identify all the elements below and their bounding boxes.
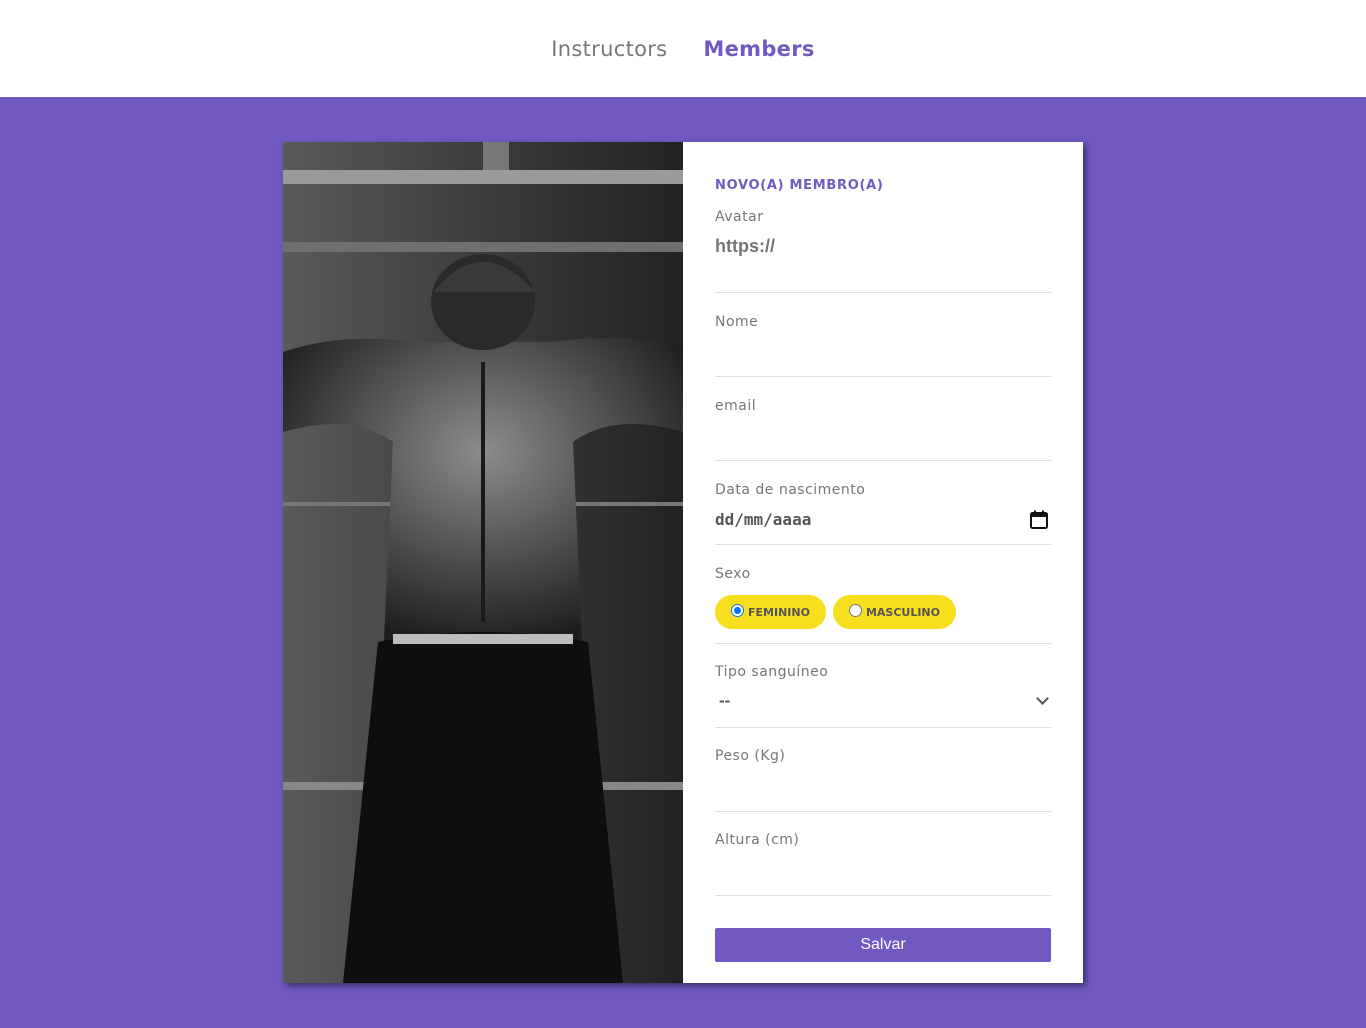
radio-feminino[interactable]: FEMININO [715, 595, 826, 629]
altura-field: Altura (cm) [715, 812, 1051, 896]
peso-label: Peso (Kg) [715, 748, 786, 764]
email-field: email [715, 377, 1051, 461]
avatar-input[interactable] [715, 234, 1051, 258]
chevron-down-icon [1036, 692, 1049, 705]
radio-feminino-label: FEMININO [748, 605, 810, 619]
nome-label: Nome [715, 314, 759, 330]
sexo-field: Sexo FEMININO MASCULINO [715, 545, 1051, 644]
altura-input[interactable] [715, 857, 1051, 881]
sexo-label: Sexo [715, 566, 751, 582]
blood-type-select[interactable]: -- [715, 689, 1051, 713]
nav-link-members[interactable]: Members [703, 37, 814, 61]
peso-input[interactable] [715, 773, 1051, 797]
form-title: NOVO(A) MEMBRO(A) [715, 178, 884, 193]
avatar-field: Avatar [715, 209, 1051, 293]
calendar-icon[interactable] [1030, 510, 1048, 529]
top-navigation: Instructors Members [0, 0, 1366, 97]
birthdate-input[interactable]: dd/mm/aaaa [715, 507, 1051, 531]
nome-field: Nome [715, 293, 1051, 377]
athlete-photo [283, 142, 683, 983]
nav-link-instructors[interactable]: Instructors [551, 37, 667, 61]
radio-feminino-control[interactable] [731, 603, 744, 617]
radio-masculino-label: MASCULINO [865, 605, 940, 619]
birthdate-label: Data de nascimento [715, 482, 866, 498]
email-input[interactable] [715, 423, 1051, 447]
athlete-back-image [283, 142, 683, 983]
save-button[interactable]: Salvar [715, 928, 1051, 962]
birthdate-field: Data de nascimento dd/mm/aaaa [715, 461, 1051, 545]
radio-masculino[interactable]: MASCULINO [832, 595, 956, 629]
avatar-label: Avatar [715, 209, 764, 225]
sexo-radio-group: FEMININO MASCULINO [715, 595, 1051, 629]
blood-type-field: Tipo sanguíneo -- [715, 644, 1051, 728]
altura-label: Altura (cm) [715, 832, 800, 848]
new-member-form: NOVO(A) MEMBRO(A) Avatar Nome email Data… [683, 142, 1083, 983]
blood-type-label: Tipo sanguíneo [715, 664, 829, 680]
birthdate-placeholder: dd/mm/aaaa [715, 509, 812, 529]
nome-input[interactable] [715, 339, 1051, 363]
email-label: email [715, 398, 757, 414]
radio-masculino-control[interactable] [848, 603, 862, 617]
form-card: NOVO(A) MEMBRO(A) Avatar Nome email Data… [283, 142, 1083, 983]
peso-field: Peso (Kg) [715, 728, 1051, 812]
blood-type-selected: -- [719, 691, 731, 710]
